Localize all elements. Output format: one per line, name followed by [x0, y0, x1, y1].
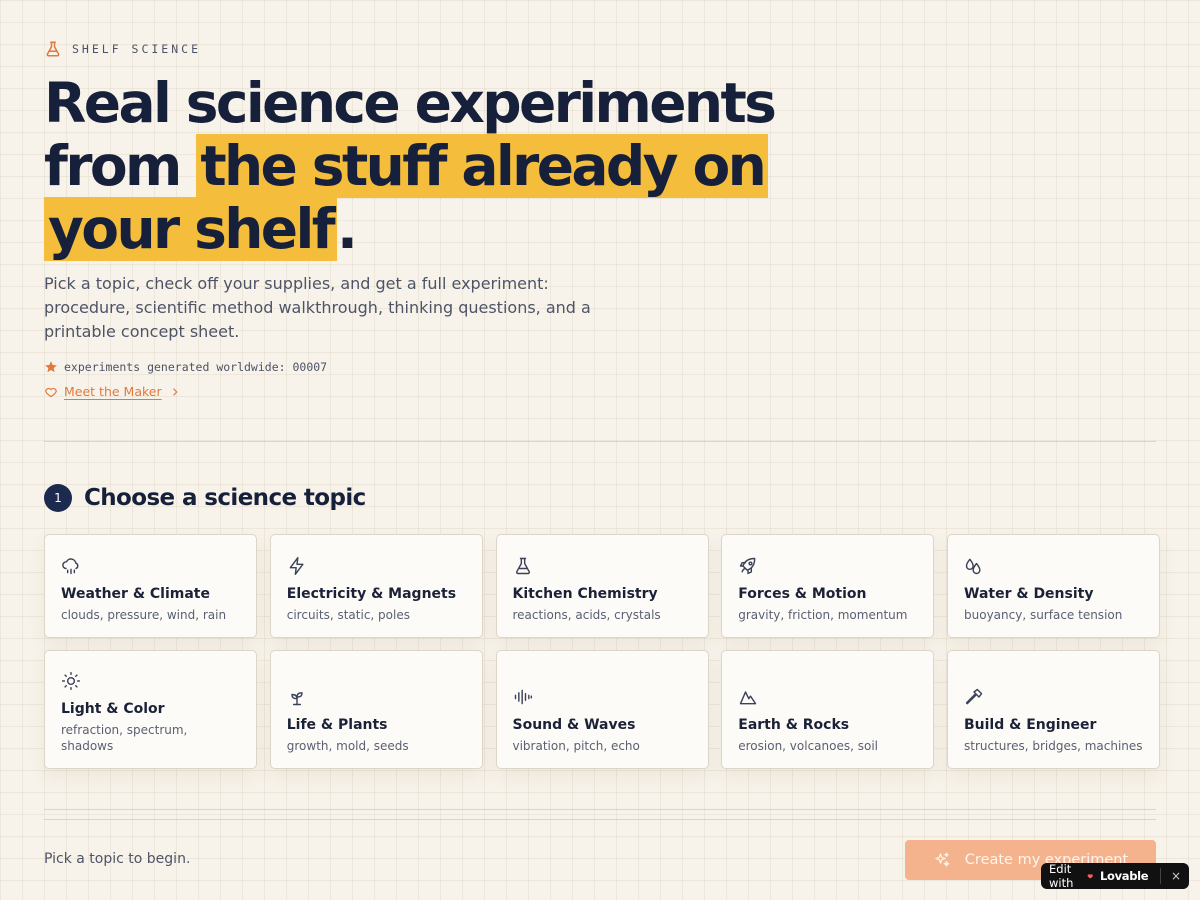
topic-card-water[interactable]: Water & Density buoyancy, surface tensio…: [947, 534, 1160, 638]
topic-subtitle: gravity, friction, momentum: [738, 608, 908, 622]
hero-period: .: [337, 197, 358, 261]
meet-the-maker[interactable]: Meet the Maker: [44, 384, 182, 399]
section-divider: [44, 441, 1156, 442]
topic-title: Build & Engineer: [964, 717, 1097, 733]
topic-subtitle: vibration, pitch, echo: [512, 739, 640, 753]
topic-card-life-plants[interactable]: Life & Plants growth, mold, seeds: [269, 650, 483, 769]
audio-wave-icon: [514, 689, 532, 705]
step-title: Choose a science topic: [84, 485, 366, 511]
topic-card-kitchen-chemistry[interactable]: Kitchen Chemistry reactions, acids, crys…: [495, 534, 709, 638]
topic-title: Earth & Rocks: [738, 717, 850, 733]
topic-grid: Weather & Climate clouds, pressure, wind…: [44, 534, 1160, 769]
sun-icon: [61, 671, 81, 691]
topic-card-electricity[interactable]: Electricity & Magnets circuits, static, …: [269, 534, 483, 638]
heart-icon: [1088, 874, 1094, 879]
topic-subtitle: refraction, spectrum, shadows: [61, 723, 188, 753]
topic-subtitle: structures, bridges, machines: [964, 739, 1143, 753]
topic-title: Forces & Motion: [738, 586, 867, 602]
heart-icon: [45, 387, 57, 397]
meet-the-maker-link[interactable]: Meet the Maker: [64, 384, 162, 399]
hero-line-2: from the stuff already on: [44, 134, 769, 198]
hero-title: Real science experiments from the stuff …: [44, 71, 777, 261]
hammer-icon: [965, 688, 983, 705]
topic-subtitle: clouds, pressure, wind, rain: [61, 608, 227, 622]
cloud-rain-icon: [62, 558, 79, 575]
lightning-icon: [289, 556, 304, 576]
topic-subtitle: erosion, volcanoes, soil: [738, 739, 879, 753]
lovable-badge[interactable]: Edit with Lovable ×: [1041, 862, 1189, 890]
sparkles-icon: [935, 852, 950, 867]
hero-line-2-plain: from: [44, 134, 182, 198]
topic-card-forces[interactable]: Forces & Motion gravity, friction, momen…: [721, 534, 935, 638]
close-icon[interactable]: ×: [1171, 869, 1181, 883]
topic-subtitle: growth, mold, seeds: [286, 739, 409, 753]
topic-card-build[interactable]: Build & Engineer structures, bridges, ma…: [947, 650, 1160, 769]
hero-highlight-1: the stuff already on: [196, 134, 769, 198]
lead-paragraph: Pick a topic, check off your supplies, a…: [44, 274, 591, 341]
footer-divider-bottom: [44, 819, 1156, 820]
footer-divider-top: [44, 809, 1156, 810]
lovable-prefix: Edit with: [1049, 862, 1074, 890]
droplets-icon: [965, 558, 981, 575]
counter-text: experiments generated worldwide: 00007: [64, 360, 328, 374]
step-heading: 1 Choose a science topic: [44, 484, 366, 512]
experiment-counter: experiments generated worldwide: 00007: [44, 360, 327, 374]
topic-title: Life & Plants: [286, 717, 388, 733]
lovable-logo: Lovable: [1099, 869, 1149, 883]
brand-name: SHELF SCIENCE: [72, 42, 202, 56]
topic-subtitle: reactions, acids, crystals: [512, 608, 661, 622]
topic-title: Sound & Waves: [512, 717, 636, 733]
sprout-icon: [291, 692, 303, 706]
topic-card-light[interactable]: Light & Color refraction, spectrum, shad…: [44, 650, 257, 769]
topic-card-weather[interactable]: Weather & Climate clouds, pressure, wind…: [44, 534, 257, 638]
topic-card-earth[interactable]: Earth & Rocks erosion, volcanoes, soil: [721, 650, 935, 769]
topic-title: Weather & Climate: [61, 586, 210, 602]
hero-highlight-2: your shelf: [44, 197, 338, 261]
topic-card-sound[interactable]: Sound & Waves vibration, pitch, echo: [495, 650, 709, 769]
step-number-badge: 1: [44, 484, 72, 512]
topic-title: Kitchen Chemistry: [512, 586, 658, 602]
hero-line-1: Real science experiments: [44, 71, 777, 135]
chevron-right-icon: [172, 388, 178, 395]
topic-title: Water & Density: [964, 586, 1094, 602]
topic-subtitle: buoyancy, surface tension: [964, 608, 1123, 622]
brand: SHELF SCIENCE: [44, 40, 201, 58]
badge-separator: [1160, 868, 1161, 884]
flask-icon: [515, 557, 530, 575]
topic-subtitle: circuits, static, poles: [286, 608, 410, 622]
mountain-icon: [740, 691, 757, 705]
topic-title: Light & Color: [61, 701, 165, 717]
hero-line-3: your shelf.: [44, 197, 764, 261]
star-icon: [45, 361, 57, 373]
rocket-icon: [740, 557, 756, 575]
topic-title: Electricity & Magnets: [286, 586, 457, 602]
footer-status-message: Pick a topic to begin.: [44, 851, 191, 867]
flask-icon: [46, 41, 60, 57]
